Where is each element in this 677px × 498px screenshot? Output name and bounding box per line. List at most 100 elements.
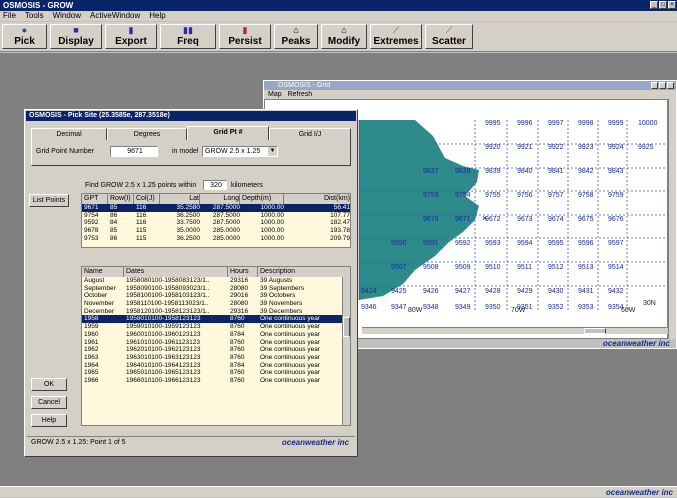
cancel-button[interactable]: Cancel [31, 396, 67, 409]
points-table-row[interactable]: 9753 86 115 36.2500 285.0000 1000.00 209.79 [82, 235, 350, 243]
period-row[interactable]: August 1958080100-1958083123/1.. 29316 39 A… [82, 277, 350, 285]
grid-close-button[interactable] [667, 82, 674, 89]
grid-point-label[interactable]: 9839 [485, 168, 501, 175]
grid-point-label[interactable]: 9924 [608, 144, 624, 151]
grid-point-label[interactable]: 9430 [548, 288, 564, 295]
grid-point-label[interactable]: 9920 [485, 144, 501, 151]
points-table[interactable]: GPT Row(I) Col(J) Lat Long Depth(m) Dist… [81, 193, 351, 248]
grid-point-label[interactable]: 9672 [485, 216, 501, 223]
period-row[interactable]: September 1958090100-1958093023/1.. 28080 3… [82, 285, 350, 293]
grid-point-label[interactable]: 9590 [391, 240, 407, 247]
grid-point-label[interactable]: 9670 [423, 216, 439, 223]
grid-point-label[interactable]: 9429 [517, 288, 533, 295]
grid-point-label[interactable]: 9592 [455, 240, 471, 247]
scatter-button[interactable]: ⟋ Scatter [425, 24, 473, 49]
points-table-row[interactable]: 9592 84 116 33.7500 287.5000 1000.00 182.47 [82, 219, 350, 227]
grid-point-label[interactable]: 9347 [391, 304, 407, 311]
grid-point-label[interactable]: 9676 [608, 216, 624, 223]
display-button[interactable]: ■ Display [50, 24, 102, 49]
period-row[interactable]: 1962 1962010100-1962123123 8760 One continu… [82, 346, 350, 354]
grid-point-label[interactable]: 9346 [361, 304, 377, 311]
grid-point-label[interactable]: 9432 [608, 288, 624, 295]
grid-point-label[interactable]: 9674 [548, 216, 564, 223]
grid-point-label[interactable]: 9593 [485, 240, 501, 247]
grid-point-label[interactable]: 9671 [455, 216, 471, 223]
grid-point-label[interactable]: 9352 [548, 304, 564, 311]
period-row[interactable]: 1961 1961010100-1961123123 8760 One continu… [82, 339, 350, 347]
grid-point-label[interactable]: 9999 [608, 120, 624, 127]
grid-point-label[interactable]: 9511 [517, 264, 532, 271]
grid-point-label[interactable]: 9756 [517, 192, 533, 199]
list-points-button[interactable]: List Points [29, 194, 69, 207]
grid-vertical-scrollbar[interactable] [668, 99, 676, 339]
grid-point-label[interactable]: 9514 [608, 264, 624, 271]
grid-point-label[interactable]: 9596 [578, 240, 594, 247]
grid-point-label[interactable]: 9837 [423, 168, 439, 175]
period-row[interactable]: December 1958120100-1958123123/1.. 29316 39… [82, 308, 350, 316]
grid-point-label[interactable]: 9507 [391, 264, 407, 271]
grid-point-label[interactable]: 9350 [485, 304, 501, 311]
extremes-button[interactable]: ⟋ Extremes [370, 24, 422, 49]
grid-point-label[interactable]: 9755 [485, 192, 501, 199]
grid-menu-map[interactable]: Map [268, 90, 282, 99]
modify-button[interactable]: ⌂ Modify [321, 24, 367, 49]
grid-point-label[interactable]: 9428 [485, 288, 501, 295]
grid-point-label[interactable]: 9353 [578, 304, 594, 311]
menu-help[interactable]: Help [149, 11, 165, 21]
menu-tools[interactable]: Tools [25, 11, 44, 21]
grid-point-label[interactable]: 9595 [548, 240, 564, 247]
grid-point-label[interactable]: 9922 [548, 144, 564, 151]
period-row[interactable]: 1966 1966010100-1966123123 8760 One continu… [82, 377, 350, 385]
grid-point-label[interactable]: 9843 [608, 168, 624, 175]
points-table-row[interactable]: 9671 85 116 35.2580 287.5000 1000.00 56.41 [82, 204, 350, 212]
export-button[interactable]: ▮ Export [105, 24, 157, 49]
period-row[interactable]: 1965 1965010100-1965123123 8760 One continu… [82, 369, 350, 377]
grid-point-label[interactable]: 9996 [517, 120, 533, 127]
periods-table[interactable]: Name Dates Hours Description August 19580… [81, 266, 351, 426]
grid-point-label[interactable]: 9673 [517, 216, 533, 223]
freq-button[interactable]: ▮▮ Freq [160, 24, 216, 49]
close-button[interactable]: × [668, 1, 676, 9]
grid-point-label[interactable]: 9597 [608, 240, 624, 247]
grid-scroll-thumb[interactable] [584, 328, 606, 334]
grid-point-label[interactable]: 9509 [455, 264, 471, 271]
tab-grid-pt[interactable]: Grid Pt # [187, 126, 269, 140]
grid-point-label[interactable]: 9425 [391, 288, 407, 295]
tab-decimal[interactable]: Decimal [31, 128, 107, 140]
grid-point-label[interactable]: 9838 [455, 168, 471, 175]
grid-point-label[interactable]: 9513 [578, 264, 594, 271]
grid-menu-refresh[interactable]: Refresh [288, 90, 313, 99]
grid-point-label[interactable]: 9842 [578, 168, 594, 175]
grid-point-label[interactable]: 10000 [638, 120, 657, 127]
grid-point-label[interactable]: 9998 [578, 120, 594, 127]
grid-point-label[interactable]: 9759 [608, 192, 624, 199]
find-radius-input[interactable]: 320 [203, 180, 227, 190]
grid-point-label[interactable]: 9431 [578, 288, 594, 295]
peaks-button[interactable]: ⌂ Peaks [274, 24, 318, 49]
menu-file[interactable]: File [3, 11, 16, 21]
grid-point-label[interactable]: 9510 [485, 264, 501, 271]
grid-point-input[interactable]: 9671 [110, 146, 158, 157]
grid-point-label[interactable]: 9753 [423, 192, 439, 199]
grid-point-label[interactable]: 9675 [578, 216, 594, 223]
grid-maximize-button[interactable] [659, 82, 666, 89]
grid-point-label[interactable]: 9923 [578, 144, 594, 151]
minimize-button[interactable]: _ [650, 1, 658, 9]
period-row[interactable]: October 1958100100-1958103123/1.. 29016 39 … [82, 292, 350, 300]
grid-point-label[interactable]: 9841 [548, 168, 564, 175]
grid-point-label[interactable]: 9997 [548, 120, 564, 127]
persist-button[interactable]: ▮ Persist [219, 24, 271, 49]
tab-degrees[interactable]: Degrees [107, 128, 187, 140]
points-table-row[interactable]: 9678 85 115 35.0000 285.0000 1000.00 193.78 [82, 227, 350, 235]
grid-point-label[interactable]: 9512 [548, 264, 564, 271]
maximize-button[interactable]: □ [659, 1, 667, 9]
periods-scroll-thumb[interactable] [343, 317, 350, 337]
grid-point-label[interactable]: 9427 [455, 288, 471, 295]
menu-window[interactable]: Window [53, 11, 81, 21]
period-row[interactable]: 1960 1960010100-1960123123 8784 One continu… [82, 331, 350, 339]
period-row[interactable]: 1964 1964010100-1964123123 8784 One continu… [82, 362, 350, 370]
period-row[interactable]: 1959 1959010100-1959123123 8760 One continu… [82, 323, 350, 331]
tab-grid-ij[interactable]: Grid I/J [269, 128, 351, 140]
period-row[interactable]: 1958 1958010100-1958123123 8760 One continu… [82, 315, 350, 324]
period-row[interactable]: November 1958110100-1958113023/1.. 28080 39… [82, 300, 350, 308]
